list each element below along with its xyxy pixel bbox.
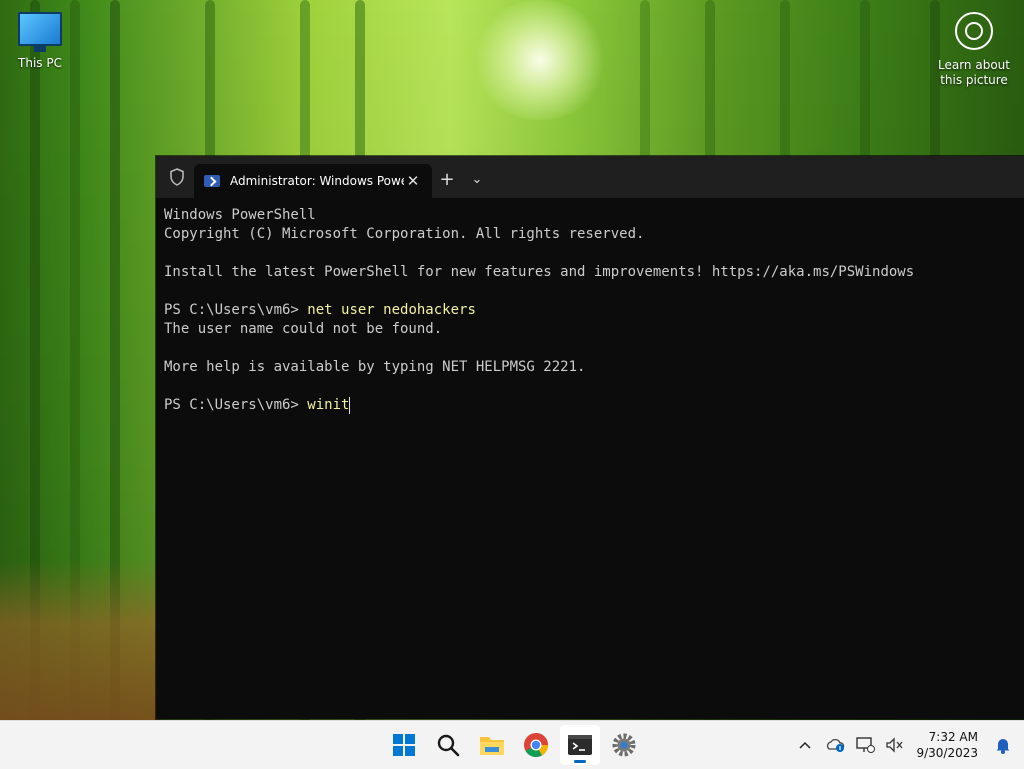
chrome-button[interactable] [516,725,556,765]
clock-date: 9/30/2023 [916,746,978,760]
chevron-down-icon[interactable]: ⌄ [464,164,490,194]
command-text: net user nedohackers [307,302,476,318]
console-line: PS C:\Users\vm6> winit [164,396,1016,415]
console-line: Install the latest PowerShell for new fe… [164,264,915,280]
admin-shield-icon [164,164,190,190]
close-tab-button[interactable]: ✕ [404,172,422,190]
settings-button[interactable] [604,725,644,765]
dry-grass [0,560,160,720]
search-button[interactable] [428,725,468,765]
tab-title: Administrator: Windows PowerShell [230,174,404,188]
learn-about-picture-icon[interactable]: Learn about this picture [934,12,1014,88]
taskbar: 7:32 AM 9/30/2023 [0,720,1024,769]
console-line: Windows PowerShell [164,207,316,223]
console-output[interactable]: Windows PowerShell Copyright (C) Microsof… [156,198,1024,423]
console-line: More help is available by typing NET HEL… [164,359,586,375]
file-explorer-button[interactable] [472,725,512,765]
sunlight-glow [470,0,610,120]
tab-powershell[interactable]: Administrator: Windows PowerShell ✕ [194,164,432,198]
new-tab-button[interactable]: + [434,164,460,194]
folder-icon [480,737,504,755]
prompt-text: PS C:\Users\vm6> [164,397,308,413]
gear-icon [612,733,636,757]
windows-logo-icon [393,734,415,756]
chrome-icon [524,733,548,758]
volume-muted-icon[interactable] [880,730,910,760]
this-pc-label: This PC [18,56,62,70]
onedrive-info-icon[interactable] [820,730,850,760]
learn-about-picture-label: Learn about this picture [938,58,1010,87]
terminal-icon [568,735,592,755]
network-icon[interactable] [850,730,880,760]
prompt-text: PS C:\Users\vm6> [164,302,308,318]
powershell-icon [204,175,220,187]
console-line: PS C:\Users\vm6> net user nedohackers [164,301,1016,320]
console-line: The user name could not be found. [164,321,443,337]
monitor-icon [18,12,62,52]
search-icon [437,734,460,757]
clock[interactable]: 7:32 AM 9/30/2023 [910,729,988,761]
chevron-up-icon[interactable] [790,730,820,760]
terminal-window: Administrator: Windows PowerShell ✕ + ⌄ … [156,156,1024,719]
notification-bell-icon[interactable] [988,730,1018,760]
clock-time: 7:32 AM [928,730,978,744]
terminal-titlebar: Administrator: Windows PowerShell ✕ + ⌄ [156,156,1024,198]
console-line: Copyright (C) Microsoft Corporation. All… [164,226,645,242]
this-pc-desktop-icon[interactable]: This PC [12,12,68,70]
start-button[interactable] [384,725,424,765]
system-tray: 7:32 AM 9/30/2023 [790,721,1024,769]
text-cursor [349,396,351,414]
camera-info-icon [955,12,993,50]
terminal-button[interactable] [560,725,600,765]
command-input-text[interactable]: winit [307,397,349,413]
taskbar-apps [384,725,644,765]
